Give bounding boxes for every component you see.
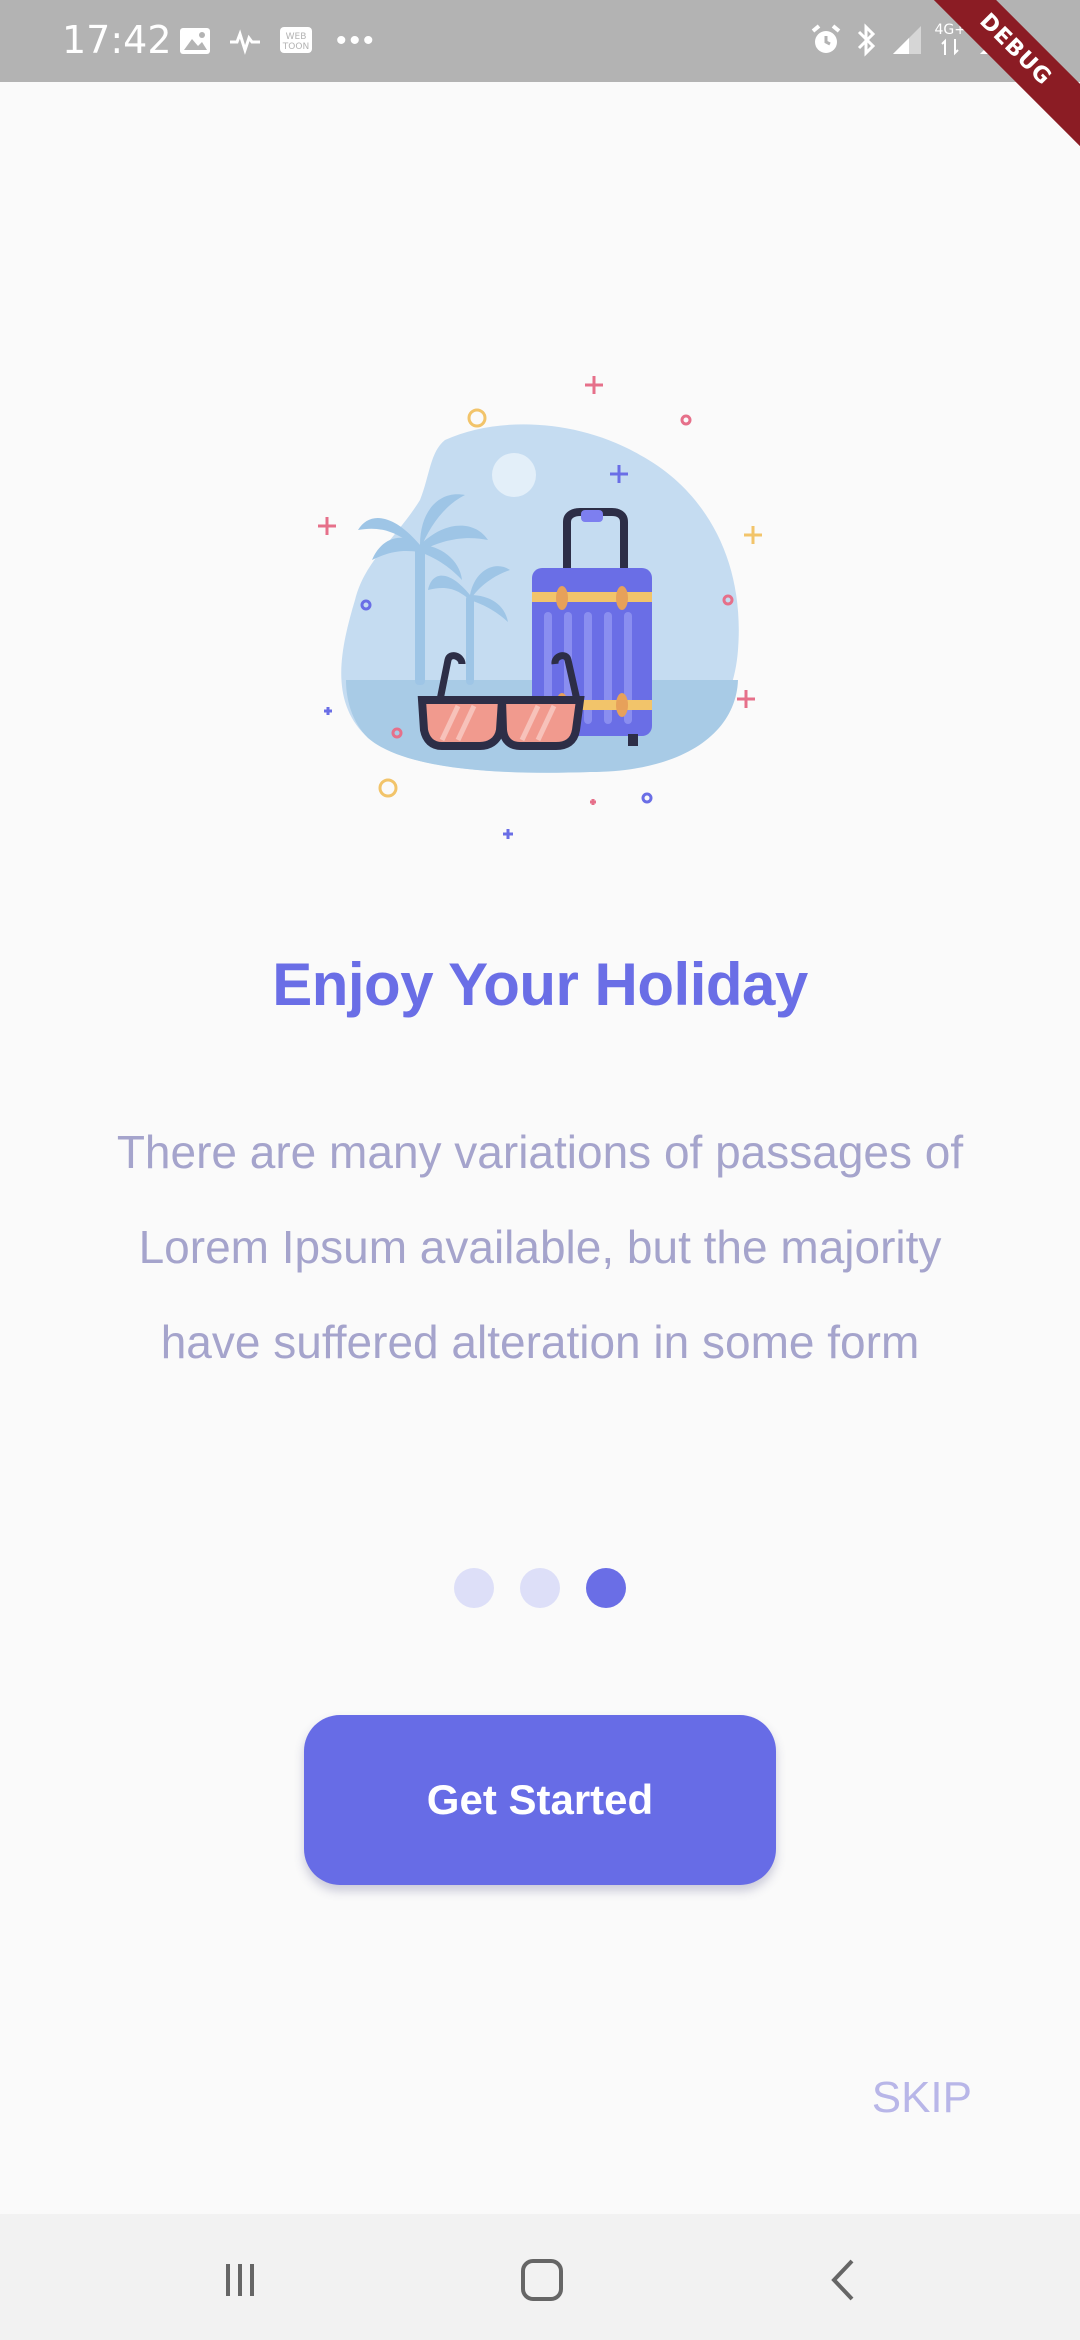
skip-button[interactable]: SKIP: [872, 2073, 972, 2123]
signal-icon: [892, 26, 921, 54]
page-indicator: [0, 1568, 1080, 1608]
system-nav-bar: [0, 2214, 1080, 2340]
svg-text:TOON: TOON: [282, 42, 309, 52]
bluetooth-icon: [857, 23, 875, 57]
page-dot-2[interactable]: [520, 1568, 560, 1608]
back-chevron-icon: [831, 2259, 854, 2301]
recent-apps-button[interactable]: [210, 2250, 270, 2310]
home-icon: [521, 2259, 563, 2301]
sun-icon: [492, 453, 536, 497]
more-dots-icon: •••: [336, 24, 377, 57]
page-title: Enjoy Your Holiday: [272, 951, 808, 1018]
home-button[interactable]: [512, 2250, 572, 2310]
page-description: There are many variations of passages of…: [116, 1126, 964, 1368]
holiday-illustration: [318, 376, 762, 839]
status-bar: 17:42 WEB TOON ••• 4G+ DEBUG: [0, 0, 1080, 154]
page-dot-1[interactable]: [454, 1568, 494, 1608]
get-started-button[interactable]: Get Started: [304, 1715, 776, 1885]
recent-apps-icon: [226, 2264, 254, 2296]
back-button[interactable]: [814, 2250, 874, 2310]
svg-text:WEB: WEB: [286, 32, 307, 42]
activity-icon: [230, 29, 260, 55]
page-dot-3-active[interactable]: [586, 1568, 626, 1608]
alarm-icon: [811, 24, 840, 53]
webtoon-icon: WEB TOON: [280, 27, 312, 53]
image-icon: [180, 28, 210, 54]
status-left-icons: WEB TOON •••: [178, 20, 377, 62]
data-arrows-icon: [941, 38, 959, 56]
status-time: 17:42: [62, 18, 172, 62]
